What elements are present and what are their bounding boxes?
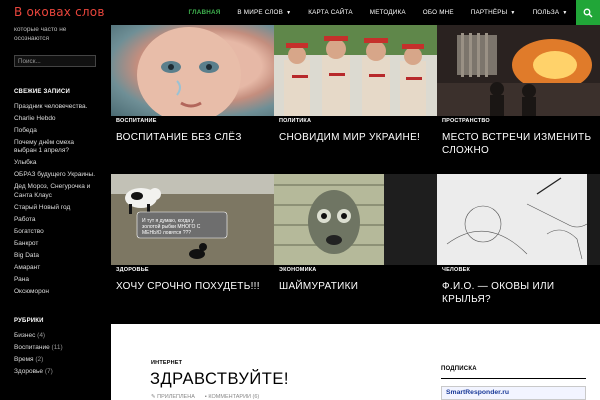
card-category[interactable]: Экономика	[279, 267, 316, 273]
card-thumbnail[interactable]	[437, 174, 600, 265]
featured-card[interactable]: Пространство Место встречи изменить слож…	[437, 25, 600, 175]
rubrics-list: Бизнес (4) Воспитание (11) Время (2) Здо…	[14, 332, 97, 376]
card-title[interactable]: Хочу срочно похудеть!!!	[116, 280, 272, 293]
card-category[interactable]: Пространство	[442, 118, 490, 124]
card-category[interactable]: Здоровье	[116, 267, 149, 273]
rubric-item[interactable]: Время (2)	[14, 356, 97, 364]
rubric-item[interactable]: Воспитание (11)	[14, 344, 97, 352]
recent-post-link[interactable]: Амарант	[14, 264, 97, 272]
post-title[interactable]: Здравствуйте!	[150, 370, 289, 389]
card-title[interactable]: Сновидим мир Украине!	[279, 131, 435, 144]
hand-drawing-image	[437, 174, 600, 265]
chevron-down-icon: ▼	[562, 9, 568, 16]
featured-card[interactable]: И тут я думаю, когда у золотой рыбки МНОГ…	[111, 174, 274, 324]
card-thumbnail[interactable]	[274, 25, 437, 116]
sticky-label: ✎ Прилеплена	[151, 394, 195, 400]
featured-grid: Воспитание Воспитание без слёз	[111, 25, 600, 324]
post-meta: ✎ Прилеплена ▪ Комментарии (6)	[151, 394, 259, 400]
street-fire-image	[437, 25, 600, 116]
recent-post-link[interactable]: Почему днём смеха выбран 1 апреля?	[14, 139, 97, 156]
pin-icon: ✎	[151, 394, 156, 400]
rubric-item[interactable]: Бизнес (4)	[14, 332, 97, 340]
card-title[interactable]: Воспитание без слёз	[116, 131, 272, 144]
chevron-down-icon: ▼	[286, 9, 292, 16]
search-button[interactable]	[576, 0, 600, 25]
recent-post-link[interactable]: ОБРАЗ будущего Украины.	[14, 171, 97, 179]
nav-item-sitemap[interactable]: Карта сайта	[300, 0, 362, 25]
card-title[interactable]: Шаймуратики	[279, 280, 435, 293]
main-content: Интернет Здравствуйте! ✎ Прилеплена ▪ Ко…	[111, 324, 600, 400]
recent-post-link[interactable]: Победа	[14, 127, 97, 135]
card-thumbnail[interactable]	[437, 25, 600, 116]
recent-post-link[interactable]: Big Data	[14, 252, 97, 260]
search-icon	[583, 8, 593, 17]
recent-post-link[interactable]: Праздник человечества.	[14, 103, 97, 111]
featured-card[interactable]: Экономика Шаймуратики	[274, 174, 437, 324]
card-category[interactable]: Воспитание	[116, 118, 157, 124]
comments-link[interactable]: ▪ Комментарии (6)	[205, 394, 259, 400]
nav-item-partners[interactable]: Партнёры ▼	[462, 0, 524, 26]
recent-post-link[interactable]: Дед Мороз, Снегурочка и Санта Клаус	[14, 183, 97, 200]
recent-post-link[interactable]: Оксюморон	[14, 288, 97, 296]
top-bar: В оковах слов Главная В мире слов ▼ Карта…	[0, 0, 600, 25]
recent-post-link[interactable]: Старый Новый год	[14, 204, 97, 212]
cow-cat-image: И тут я думаю, когда у золотой рыбки МНОГ…	[111, 174, 274, 265]
card-thumbnail[interactable]: И тут я думаю, когда у золотой рыбки МНОГ…	[111, 174, 274, 265]
recent-post-link[interactable]: Банкрот	[14, 240, 97, 248]
recent-posts-title: Свежие записи	[14, 89, 70, 95]
featured-card[interactable]: Воспитание Воспитание без слёз	[111, 25, 274, 175]
search-input[interactable]: Поиск...	[14, 55, 96, 67]
site-title[interactable]: В оковах слов	[14, 5, 105, 19]
featured-card[interactable]: Политика Сновидим мир Украине!	[274, 25, 437, 175]
card-category[interactable]: Политика	[279, 118, 311, 124]
recent-post-link[interactable]: Рана	[14, 276, 97, 284]
rubrics-title: Рубрики	[14, 318, 44, 325]
divider	[441, 378, 586, 379]
nav-item-method[interactable]: Методика	[361, 0, 414, 25]
recent-post-link[interactable]: Улыбка	[14, 159, 97, 167]
nav-item-about[interactable]: Обо мне	[414, 0, 462, 25]
smartresponder-link[interactable]: SmartResponder.ru	[441, 386, 586, 400]
main-nav: Главная В мире слов ▼ Карта сайта Методик…	[180, 0, 576, 25]
recent-post-link[interactable]: Богатство	[14, 228, 97, 236]
recent-post-link[interactable]: Работа	[14, 216, 97, 224]
card-category[interactable]: Человек	[442, 267, 470, 273]
money-face-image	[274, 174, 437, 265]
card-title[interactable]: Ф.И.О. — оковы или крылья?	[442, 280, 598, 306]
card-thumbnail[interactable]	[274, 174, 437, 265]
comment-icon: ▪	[204, 394, 207, 400]
nav-item-home[interactable]: Главная	[180, 0, 229, 25]
child-photo-image	[137, 27, 241, 123]
subscribe-widget-title: Подписка	[441, 366, 477, 372]
card-title[interactable]: Место встречи изменить сложно	[442, 131, 598, 157]
chevron-down-icon: ▼	[510, 9, 516, 16]
recent-posts-list: Праздник человечества. Charlie Hebdo Поб…	[14, 103, 97, 296]
card-thumbnail[interactable]	[111, 25, 274, 123]
site-tagline: которые часто не осознаются	[14, 26, 67, 42]
featured-card[interactable]: Человек Ф.И.О. — оковы или крылья?	[437, 174, 600, 324]
recent-post-link[interactable]: Charlie Hebdo	[14, 115, 97, 123]
girls-wreaths-image	[274, 25, 437, 116]
sidebar: которые часто не осознаются Поиск... Све…	[0, 25, 111, 400]
nav-item-benefit[interactable]: Польза ▼	[524, 0, 576, 26]
nav-item-world-of-words[interactable]: В мире слов ▼	[229, 0, 300, 26]
rubric-item[interactable]: Здоровье (7)	[14, 368, 97, 376]
post-category[interactable]: Интернет	[151, 360, 182, 366]
